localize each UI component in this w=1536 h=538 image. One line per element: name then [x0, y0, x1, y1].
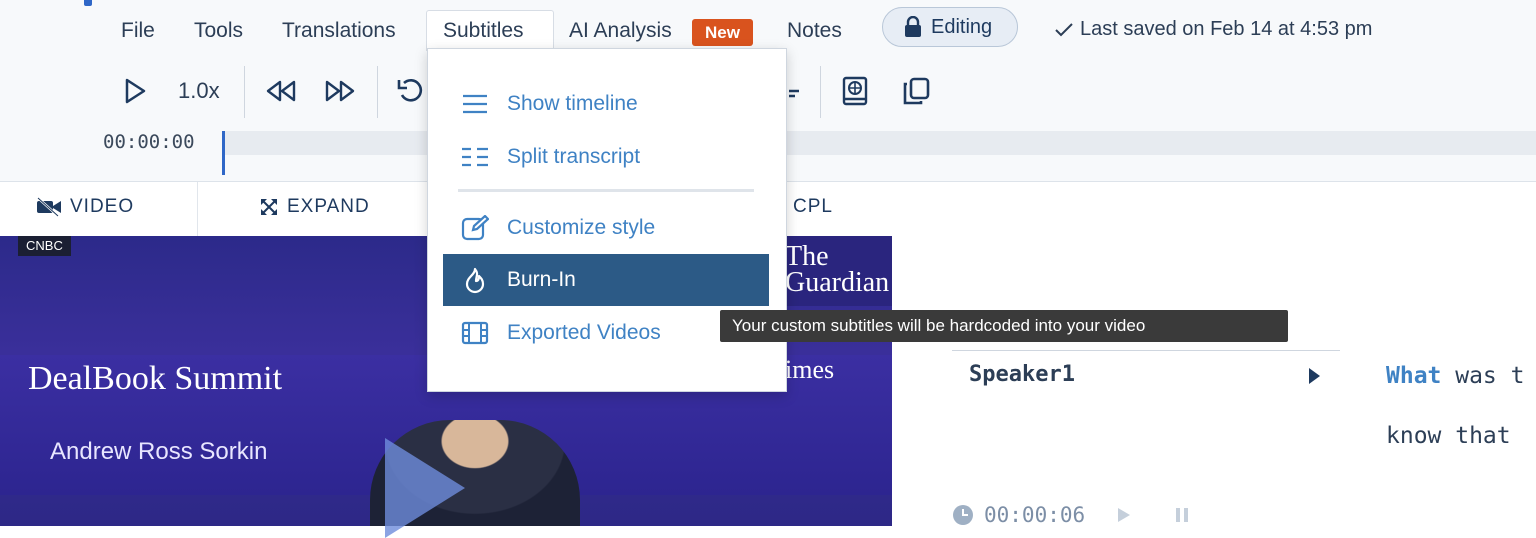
- app-logo: [84, 0, 92, 6]
- partial-icon: [789, 89, 799, 98]
- menu-notes[interactable]: Notes: [787, 17, 842, 45]
- new-badge: New: [692, 19, 753, 46]
- cpl-label[interactable]: CPL: [793, 196, 833, 218]
- rewind-button[interactable]: [261, 71, 301, 111]
- check-icon: [1055, 23, 1073, 37]
- toolbar-divider: [820, 66, 821, 118]
- transcript-line-1-text[interactable]: was t: [1441, 363, 1524, 389]
- menu-customize-style-label: Customize style: [507, 216, 656, 239]
- clock-icon: [953, 505, 973, 525]
- guardian-logo: The Guardian: [785, 236, 892, 306]
- expand-button[interactable]: EXPAND: [259, 196, 370, 218]
- speaker-label[interactable]: Speaker1: [969, 362, 1075, 387]
- network-logo: CNBC: [18, 236, 71, 256]
- editing-label: Editing: [931, 15, 993, 38]
- toolbar-divider: [244, 66, 245, 118]
- menu-split-transcript[interactable]: Split transcript: [443, 131, 769, 183]
- menu-show-timeline[interactable]: Show timeline: [443, 78, 769, 130]
- edit-icon: [461, 215, 489, 241]
- panel-divider: [197, 182, 198, 236]
- flame-icon: [465, 267, 485, 294]
- event-title: DealBook Summit: [28, 360, 283, 397]
- segment-timecode: 00:00:06: [984, 503, 1086, 527]
- video-toggle[interactable]: VIDEO: [36, 196, 134, 218]
- segment-pause-icon[interactable]: [1173, 506, 1191, 524]
- menu-tools[interactable]: Tools: [194, 17, 243, 45]
- play-button[interactable]: [118, 71, 152, 111]
- copy-button[interactable]: [898, 71, 934, 111]
- menu-subtitles[interactable]: Subtitles: [443, 17, 524, 45]
- segment-play-icon[interactable]: [1115, 506, 1133, 524]
- menu-translations[interactable]: Translations: [282, 17, 396, 45]
- menu-customize-style[interactable]: Customize style: [443, 202, 769, 254]
- menu-file[interactable]: File: [121, 17, 155, 45]
- video-toggle-label: VIDEO: [70, 196, 135, 217]
- fast-forward-icon: [325, 80, 355, 102]
- toolbar-divider: [377, 66, 378, 118]
- menu-ai-analysis[interactable]: AI Analysis: [569, 17, 672, 45]
- video-speaker-name: Andrew Ross Sorkin: [50, 438, 268, 465]
- transcript-line-2[interactable]: know that: [1386, 423, 1511, 449]
- menu-burn-in[interactable]: Burn-In: [443, 254, 769, 306]
- rewind-icon: [266, 80, 296, 102]
- video-play-overlay-icon[interactable]: [385, 438, 465, 538]
- play-icon: [125, 78, 146, 104]
- globe-book-icon: [842, 76, 868, 106]
- timeline-cursor[interactable]: [222, 131, 225, 175]
- segment-time-row: 00:00:06: [952, 503, 1191, 527]
- timeline-track[interactable]: [222, 131, 1536, 155]
- split-list-icon: [462, 147, 488, 167]
- partial-toolbar-icon[interactable]: [786, 71, 802, 111]
- expand-icon: [261, 199, 277, 215]
- undo-button[interactable]: [392, 71, 428, 111]
- film-icon: [461, 321, 489, 345]
- transcript-line-1[interactable]: What was t: [1386, 363, 1524, 389]
- fast-forward-button[interactable]: [320, 71, 360, 111]
- video-off-icon: [37, 197, 61, 217]
- current-timecode: 00:00:00: [103, 131, 195, 153]
- dictionary-button[interactable]: [838, 71, 872, 111]
- menu-burn-in-label: Burn-In: [507, 268, 576, 291]
- transcript-divider: [952, 350, 1340, 351]
- dropdown-divider: [458, 189, 754, 192]
- burn-in-tooltip: Your custom subtitles will be hardcoded …: [720, 310, 1288, 342]
- copy-icon: [903, 77, 930, 105]
- save-status-text: Last saved on Feb 14 at 4:53 pm: [1080, 18, 1373, 40]
- expand-label: EXPAND: [287, 196, 370, 217]
- undo-icon: [397, 79, 423, 102]
- speaker-play-icon[interactable]: [1309, 368, 1320, 384]
- menu-show-timeline-label: Show timeline: [507, 92, 638, 115]
- menu-split-transcript-label: Split transcript: [507, 145, 641, 168]
- lines-icon: [463, 94, 487, 114]
- save-status: Last saved on Feb 14 at 4:53 pm: [1054, 14, 1372, 44]
- menu-exported-videos-label: Exported Videos: [507, 321, 661, 344]
- lock-icon: [905, 16, 921, 37]
- editing-toggle[interactable]: Editing: [882, 7, 1018, 47]
- highlighted-word[interactable]: What: [1386, 363, 1441, 389]
- playback-speed[interactable]: 1.0x: [178, 74, 220, 108]
- times-logo: imes: [785, 355, 835, 384]
